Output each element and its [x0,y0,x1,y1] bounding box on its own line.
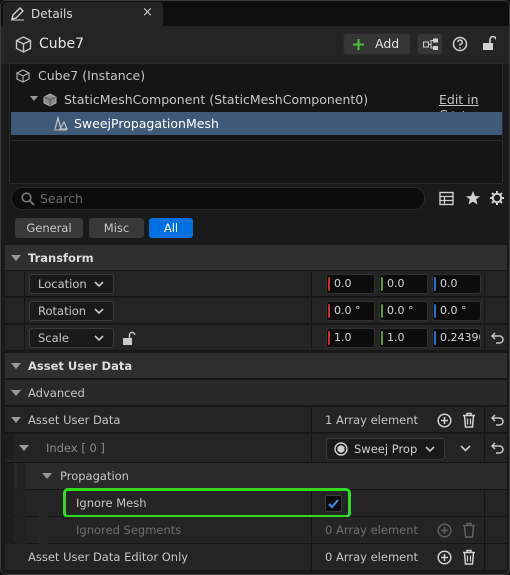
asset-user-data-row: Asset User Data 1 Array element [5,407,507,433]
tab-label: Details [31,7,73,21]
rotation-z-field[interactable]: 0.0 ° [432,301,481,321]
location-row: Location 0.0 0.0 0.0 [5,271,507,297]
chevron-down-icon [94,335,104,342]
add-element-icon[interactable] [437,413,452,428]
category-title: Propagation [60,469,129,483]
category-title: Transform [28,251,94,265]
category-title: Asset User Data [28,359,133,373]
actor-title: Cube7 [39,36,85,52]
rotation-dropdown[interactable]: Rotation [29,301,114,321]
asset-user-data-editor-only-row: Asset User Data Editor Only 0 Array elem… [5,544,507,571]
tree-item-static-mesh-component[interactable]: StaticMeshComponent (StaticMeshComponent… [11,88,502,122]
tab-details[interactable]: Details × [3,2,163,26]
scale-row: Scale 1.0 1.0 0.24390 [5,325,507,351]
filter-all-button[interactable]: All [149,218,193,238]
mesh-component-icon [54,116,68,131]
ignored-segments-label: Ignored Segments [76,523,182,537]
add-element-icon[interactable] [437,523,452,538]
tree-item-label: SweejPropagationMesh [74,116,219,131]
chevron-down-icon [425,446,435,453]
collapse-arrow-icon [11,363,21,369]
property-label: Asset User Data [28,413,121,427]
collapse-arrow-icon [42,473,52,479]
rotation-label: Rotation [38,304,87,318]
search-box[interactable]: Search [11,187,425,210]
scale-z-field[interactable]: 0.24390 [432,328,481,348]
advanced-subcategory[interactable]: Advanced [5,380,507,406]
blueprint-button[interactable] [417,33,443,55]
add-element-icon[interactable] [437,550,452,565]
scale-label: Scale [38,331,69,345]
tab-bar: Details × [1,1,509,26]
tree-item-sweej-propagation-mesh[interactable]: SweejPropagationMesh [11,112,502,135]
filter-misc-button[interactable]: Misc [89,218,144,238]
close-tab-button[interactable]: × [142,5,153,20]
property-value: 1 Array element [325,413,419,427]
location-x-field[interactable]: 0.0 [326,274,375,294]
help-icon[interactable] [452,36,468,52]
collapse-arrow-icon[interactable] [11,417,21,423]
actor-header: Cube7 Add [1,26,509,64]
location-dropdown[interactable]: Location [29,274,114,294]
tree-item-instance[interactable]: Cube7 (Instance) [11,64,502,87]
transform-category[interactable]: Transform [5,245,507,271]
rotation-x-field[interactable]: 0.0 ° [326,301,375,321]
asset-user-data-category[interactable]: Asset User Data [5,353,507,379]
trash-icon[interactable] [462,522,476,538]
collapse-arrow-icon [11,255,21,261]
tree-item-label: StaticMeshComponent (StaticMeshComponent… [64,92,369,107]
reset-to-default-icon[interactable] [491,414,504,426]
class-icon [334,442,348,456]
search-input[interactable]: Search [40,191,83,206]
chevron-down-icon [94,308,104,315]
add-component-button[interactable]: Add [343,33,411,55]
hierarchy-icon [423,38,438,50]
rotation-row: Rotation 0.0 ° 0.0 ° 0.0 ° [5,298,507,324]
class-picker-dropdown[interactable]: Sweej Propagation [326,438,445,460]
reset-to-default-icon[interactable] [491,332,504,344]
component-tree: Cube7 (Instance) StaticMeshComponent (St… [9,63,503,184]
scale-y-field[interactable]: 1.0 [379,328,428,348]
cube-icon [15,36,32,53]
tree-item-label: Cube7 (Instance) [38,68,146,83]
expand-chevron-icon[interactable] [460,445,471,452]
unlock-icon[interactable] [122,331,136,346]
class-picker-value: Sweej Propagation [354,442,418,456]
trash-icon[interactable] [462,412,476,428]
location-y-field[interactable]: 0.0 [379,274,428,294]
filter-general-button[interactable]: General [15,218,83,238]
details-panel: Details × Cube7 Add Cube7 (Instance) Sta… [0,0,510,575]
pencil-icon [11,7,24,21]
table-view-icon[interactable] [439,191,454,206]
collapse-arrow-icon[interactable] [19,445,29,451]
highlight-box [63,488,351,518]
propagation-category[interactable]: Propagation [5,463,507,490]
trash-icon[interactable] [462,549,476,565]
scale-x-field[interactable]: 1.0 [326,328,375,348]
search-icon [21,192,35,206]
lock-icon[interactable] [482,35,496,51]
plus-icon [353,39,364,50]
subcategory-title: Advanced [28,386,85,400]
scale-dropdown[interactable]: Scale [29,328,114,348]
cube-icon [16,69,30,83]
chevron-down-icon [94,281,104,288]
ignored-segments-value: 0 Array element [325,523,419,537]
index-label: Index [ 0 ] [46,441,105,455]
location-z-field[interactable]: 0.0 [432,274,481,294]
rotation-y-field[interactable]: 0.0 ° [379,301,428,321]
index-0-row: Index [ 0 ] Sweej Propagation [5,434,507,463]
settings-gear-icon[interactable] [489,190,505,206]
location-label: Location [38,277,87,291]
static-mesh-icon [43,93,57,107]
collapse-arrow-icon [11,390,21,396]
property-label: Asset User Data Editor Only [28,550,189,564]
ignored-segments-row: Ignored Segments 0 Array element [5,517,507,544]
collapse-arrow-icon [30,96,38,101]
favorites-star-icon[interactable] [465,190,481,206]
tree-divider [11,140,502,141]
property-value: 0 Array element [325,550,419,564]
add-button-label: Add [375,36,400,51]
reset-to-default-icon[interactable] [491,442,504,454]
